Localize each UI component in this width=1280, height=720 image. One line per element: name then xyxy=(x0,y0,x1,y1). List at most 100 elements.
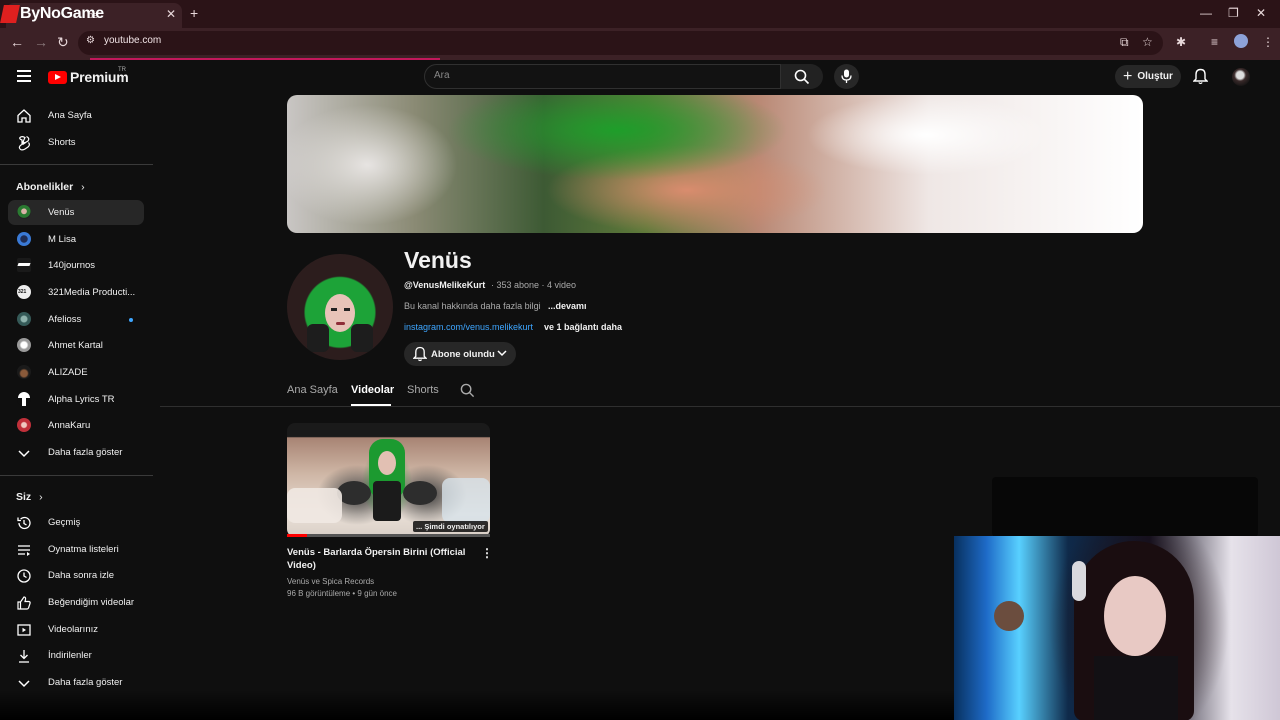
sidebar-item-shorts[interactable]: Shorts xyxy=(8,130,144,155)
bookmark-star-icon[interactable]: ☆ xyxy=(1142,35,1153,49)
stream-overlay-logo: ByNoGame xyxy=(0,0,104,28)
search-button[interactable] xyxy=(781,64,823,89)
channel-description[interactable]: Bu kanal hakkında daha fazla bilgi xyxy=(404,301,541,311)
sidebar-item-sub-afelioss[interactable]: Afelioss xyxy=(8,307,144,332)
forward-icon[interactable]: → xyxy=(34,34,48,50)
channel-more-links[interactable]: ve 1 bağlantı daha xyxy=(544,322,622,332)
menu-icon[interactable] xyxy=(17,70,31,82)
search-placeholder: Ara xyxy=(434,70,450,81)
plus-icon: + xyxy=(1123,67,1133,85)
subscribed-button[interactable]: Abone olundu xyxy=(404,342,516,366)
youtube-logo[interactable]: Premium xyxy=(48,69,129,85)
sidebar-item-label: Oynatma listeleri xyxy=(48,544,119,555)
microphone-icon xyxy=(841,69,852,83)
webcam-frame-top xyxy=(992,477,1258,537)
channel-banner xyxy=(287,95,1143,233)
channel-avatar xyxy=(17,312,31,326)
restore-icon[interactable]: ❐ xyxy=(1228,6,1239,20)
voice-search-button[interactable] xyxy=(834,64,859,89)
channel-avatar xyxy=(17,338,31,352)
sidebar-item-sub-alizade[interactable]: ALIZADE xyxy=(8,360,144,385)
profile-icon[interactable] xyxy=(1234,34,1248,48)
sidebar-item-sub-321media[interactable]: 321 321Media Producti... xyxy=(8,280,144,305)
sidebar-item-label: 321Media Producti... xyxy=(48,287,136,298)
window-close-icon[interactable]: ✕ xyxy=(1256,6,1266,20)
sidebar-item-your-videos[interactable]: Videolarınız xyxy=(8,617,144,642)
extensions-icon[interactable]: ✱ xyxy=(1176,35,1186,49)
bell-icon xyxy=(413,346,427,362)
account-avatar[interactable] xyxy=(1232,68,1250,86)
sidebar-item-sub-annakaru[interactable]: AnnaKaru xyxy=(8,413,144,438)
chevron-down-icon xyxy=(18,450,30,458)
sidebar-item-label: Alpha Lyrics TR xyxy=(48,394,115,405)
video-channel[interactable]: Venüs ve Spica Records xyxy=(287,577,374,586)
sidebar-item-sub-m-lisa[interactable]: M Lisa xyxy=(8,227,144,252)
tab-home[interactable]: Ana Sayfa xyxy=(287,384,338,396)
video-stats: 96 B görüntüleme • 9 gün önce xyxy=(287,589,397,598)
sidebar-item-label: Daha fazla göster xyxy=(48,447,123,458)
browser-toolbar: ← → ↻ xyxy=(0,28,1280,58)
channel-avatar: 321 xyxy=(17,285,31,299)
subscribed-label: Abone olundu xyxy=(431,349,495,360)
channel-avatar-large[interactable] xyxy=(287,254,393,360)
url-text[interactable]: youtube.com xyxy=(104,35,161,46)
video-thumbnail[interactable] xyxy=(287,423,490,537)
playlists-icon xyxy=(18,545,30,556)
browser-tab-bar: be ByNoGame ✕ + — ❐ ✕ xyxy=(0,0,1280,28)
sidebar-item-liked-videos[interactable]: Beğendiğim videolar xyxy=(8,590,144,615)
search-input[interactable] xyxy=(424,64,781,89)
download-icon xyxy=(19,650,29,663)
new-content-dot xyxy=(129,318,133,322)
sidebar-item-playlists[interactable]: Oynatma listeleri xyxy=(8,537,144,562)
back-icon[interactable]: ← xyxy=(10,34,24,50)
your-videos-icon xyxy=(17,624,31,636)
channel-avatar xyxy=(17,205,31,219)
video-title[interactable]: Venüs - Barlarda Öpersin Birini (Officia… xyxy=(287,546,467,572)
create-label: Oluştur xyxy=(1137,71,1173,82)
sidebar-item-downloads[interactable]: İndirilenler xyxy=(8,643,144,668)
sidebar-item-history[interactable]: Geçmiş xyxy=(8,510,144,535)
channel-search-icon[interactable] xyxy=(460,383,475,398)
chevron-down-icon xyxy=(497,350,507,357)
create-button[interactable]: + Oluştur xyxy=(1115,65,1181,88)
chevron-right-icon: › xyxy=(39,491,43,503)
minimize-icon[interactable]: — xyxy=(1200,6,1212,20)
new-tab-icon[interactable]: + xyxy=(190,5,198,21)
channel-description-more[interactable]: ...devamı xyxy=(548,301,587,311)
sidebar-show-more-subscriptions[interactable]: Daha fazla göster xyxy=(8,440,144,465)
video-more-options-icon[interactable]: ⋮ xyxy=(481,546,493,560)
sidebar-item-sub-ahmet-kartal[interactable]: Ahmet Kartal xyxy=(8,333,144,358)
shorts-icon xyxy=(18,135,30,151)
sidebar-item-label: Daha sonra izle xyxy=(48,570,115,581)
home-icon xyxy=(17,109,31,123)
sidebar-divider xyxy=(0,475,153,476)
sidebar-item-sub-alpha-lyrics[interactable]: Alpha Lyrics TR xyxy=(8,387,144,412)
channel-link[interactable]: instagram.com/venus.melikekurt xyxy=(404,322,533,332)
tab-close-icon[interactable]: ✕ xyxy=(166,7,176,21)
channel-meta: · 353 abone · 4 video xyxy=(491,280,577,290)
sidebar-item-sub-venus[interactable]: Venüs xyxy=(8,200,144,225)
tab-shorts[interactable]: Shorts xyxy=(407,384,439,396)
media-control-icon[interactable]: ≡ xyxy=(1211,35,1218,49)
overlay-logo-text: ByNoGame xyxy=(20,5,104,22)
sidebar-item-home[interactable]: Ana Sayfa xyxy=(8,103,144,128)
sidebar-item-label: Afelioss xyxy=(48,314,82,325)
watch-later-icon xyxy=(17,569,31,583)
browser-menu-icon[interactable]: ⋮ xyxy=(1262,35,1274,49)
reload-icon[interactable]: ↻ xyxy=(57,34,69,51)
sidebar-item-watch-later[interactable]: Daha sonra izle xyxy=(8,563,144,588)
sidebar-item-label: ALIZADE xyxy=(48,367,88,378)
bynogame-logo-mark xyxy=(0,5,20,23)
watch-progress-bar xyxy=(287,534,490,537)
subscriptions-heading[interactable]: Abonelikler › xyxy=(16,181,85,193)
address-bar[interactable] xyxy=(78,31,1163,55)
tab-videos[interactable]: Videolar xyxy=(351,384,394,396)
notifications-bell-icon[interactable] xyxy=(1193,68,1208,85)
like-icon xyxy=(17,596,31,610)
sidebar-item-label: AnnaKaru xyxy=(48,420,91,431)
you-heading[interactable]: Siz › xyxy=(16,491,43,503)
sidebar-item-sub-140journos[interactable]: 140journos xyxy=(8,253,144,278)
site-info-icon[interactable]: ⚙ xyxy=(86,35,95,46)
sidebar-item-label: Venüs xyxy=(48,207,75,218)
install-app-icon[interactable]: ⧉ xyxy=(1120,35,1129,50)
